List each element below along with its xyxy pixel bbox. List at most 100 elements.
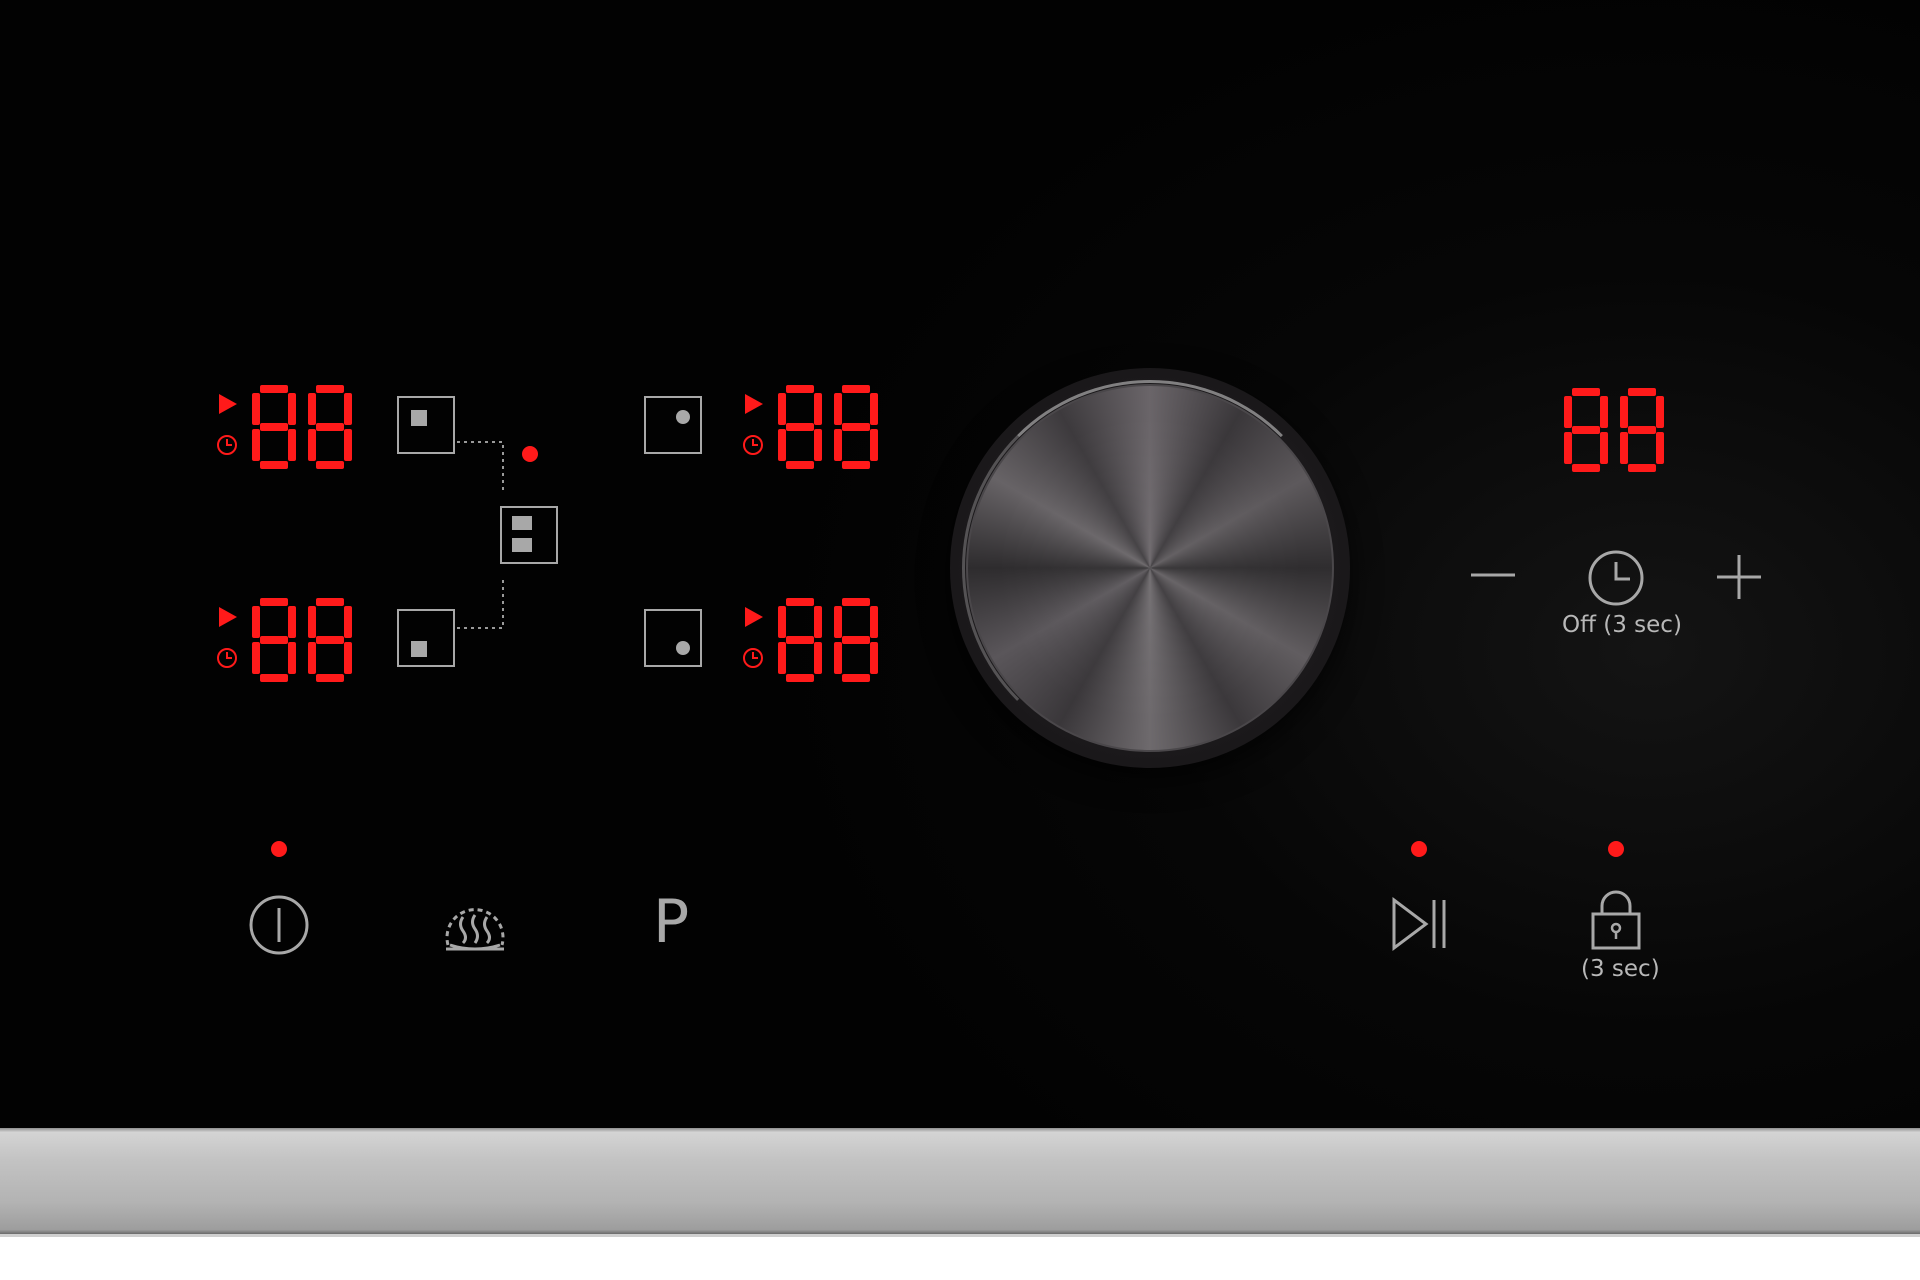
led-segment-d [1628, 464, 1656, 472]
led-segment-c [288, 642, 296, 674]
led-segment-e [778, 642, 786, 674]
play-pause-icon[interactable] [1390, 896, 1450, 952]
led-segment-a [1628, 388, 1656, 396]
rear-left-timer-icon [217, 435, 237, 455]
led-segment-g [260, 423, 288, 431]
led-segment-b [1656, 396, 1664, 428]
led-segment-g [1628, 426, 1656, 434]
led-segment-b [870, 393, 878, 425]
led-segment-b [814, 606, 822, 638]
led-segment-g [842, 423, 870, 431]
led-segment-d [316, 461, 344, 469]
led-segment-f [1564, 396, 1572, 428]
led-segment-g [786, 423, 814, 431]
led-segment-c [814, 429, 822, 461]
led-segment-g [1572, 426, 1600, 434]
led-segment-c [288, 429, 296, 461]
led-segment-c [870, 642, 878, 674]
keep-warm-icon[interactable] [440, 893, 510, 959]
led-segment-a [260, 385, 288, 393]
led-segment-d [260, 461, 288, 469]
led-segment-c [1656, 432, 1664, 464]
led-segment-c [870, 429, 878, 461]
front-right-play-indicator [745, 607, 763, 627]
plus-icon[interactable] [1714, 552, 1764, 602]
bridge-active-led [522, 446, 538, 462]
led-segment-d [786, 461, 814, 469]
flex-zone-bridge-icon-lower [512, 538, 532, 552]
rear-left-display [252, 385, 352, 469]
control-knob[interactable] [950, 368, 1350, 768]
led-segment-c [344, 642, 352, 674]
rear-right-play-indicator [745, 394, 763, 414]
led-segment-a [260, 598, 288, 606]
zone-rear-right-button[interactable] [644, 396, 702, 454]
led-segment-b [870, 606, 878, 638]
trim-edge [0, 1234, 1920, 1237]
led-segment-a [316, 385, 344, 393]
rear-right-display [778, 385, 878, 469]
led-segment-e [308, 429, 316, 461]
led-segment-b [1600, 396, 1608, 428]
led-segment-a [842, 598, 870, 606]
led-segment-a [786, 385, 814, 393]
led-segment-b [288, 606, 296, 638]
zone-rear-right-icon [676, 410, 690, 424]
led-segment-d [842, 674, 870, 682]
clock-off-label: Off (3 sec) [1562, 612, 1682, 638]
timer-display [1564, 388, 1664, 472]
zone-rear-left-icon [411, 410, 427, 426]
led-segment-e [834, 642, 842, 674]
led-segment-b [814, 393, 822, 425]
led-segment-d [316, 674, 344, 682]
led-segment-f [252, 606, 260, 638]
led-segment-c [814, 642, 822, 674]
led-segment-d [1572, 464, 1600, 472]
led-segment-g [260, 636, 288, 644]
zone-front-left-icon [411, 641, 427, 657]
led-segment-e [252, 429, 260, 461]
led-segment-f [834, 606, 842, 638]
led-segment-f [778, 393, 786, 425]
led-segment-e [1564, 432, 1572, 464]
led-segment-a [786, 598, 814, 606]
zone-front-right-icon [676, 641, 690, 655]
control-knob-highlight [962, 380, 1338, 756]
led-segment-d [786, 674, 814, 682]
led-segment-b [288, 393, 296, 425]
front-left-display [252, 598, 352, 682]
front-left-timer-icon [217, 648, 237, 668]
led-segment-e [252, 642, 260, 674]
led-segment-d [260, 674, 288, 682]
padlock-icon[interactable] [1590, 888, 1642, 952]
led-segment-g [842, 636, 870, 644]
rear-left-play-indicator [219, 394, 237, 414]
rear-right-timer-icon [743, 435, 763, 455]
power-icon[interactable] [248, 894, 310, 956]
minus-icon[interactable] [1468, 560, 1518, 590]
led-segment-e [308, 642, 316, 674]
led-segment-f [1620, 396, 1628, 428]
front-left-play-indicator [219, 607, 237, 627]
led-segment-f [778, 606, 786, 638]
pause-led [1411, 841, 1427, 857]
zone-front-right-button[interactable] [644, 609, 702, 667]
led-segment-a [316, 598, 344, 606]
led-segment-d [842, 461, 870, 469]
zone-rear-left-button[interactable] [397, 396, 455, 454]
front-right-timer-icon [743, 648, 763, 668]
led-segment-a [842, 385, 870, 393]
lock-led [1608, 841, 1624, 857]
clock-icon[interactable] [1586, 548, 1646, 608]
led-segment-g [786, 636, 814, 644]
flex-zone-bridge-button[interactable] [500, 506, 558, 564]
zone-front-left-button[interactable] [397, 609, 455, 667]
led-segment-f [834, 393, 842, 425]
lock-hold-label: (3 sec) [1581, 956, 1660, 982]
led-segment-e [834, 429, 842, 461]
led-segment-g [316, 636, 344, 644]
led-segment-e [1620, 432, 1628, 464]
led-segment-c [344, 429, 352, 461]
boost-p-button[interactable]: P [653, 892, 689, 952]
led-segment-f [308, 606, 316, 638]
